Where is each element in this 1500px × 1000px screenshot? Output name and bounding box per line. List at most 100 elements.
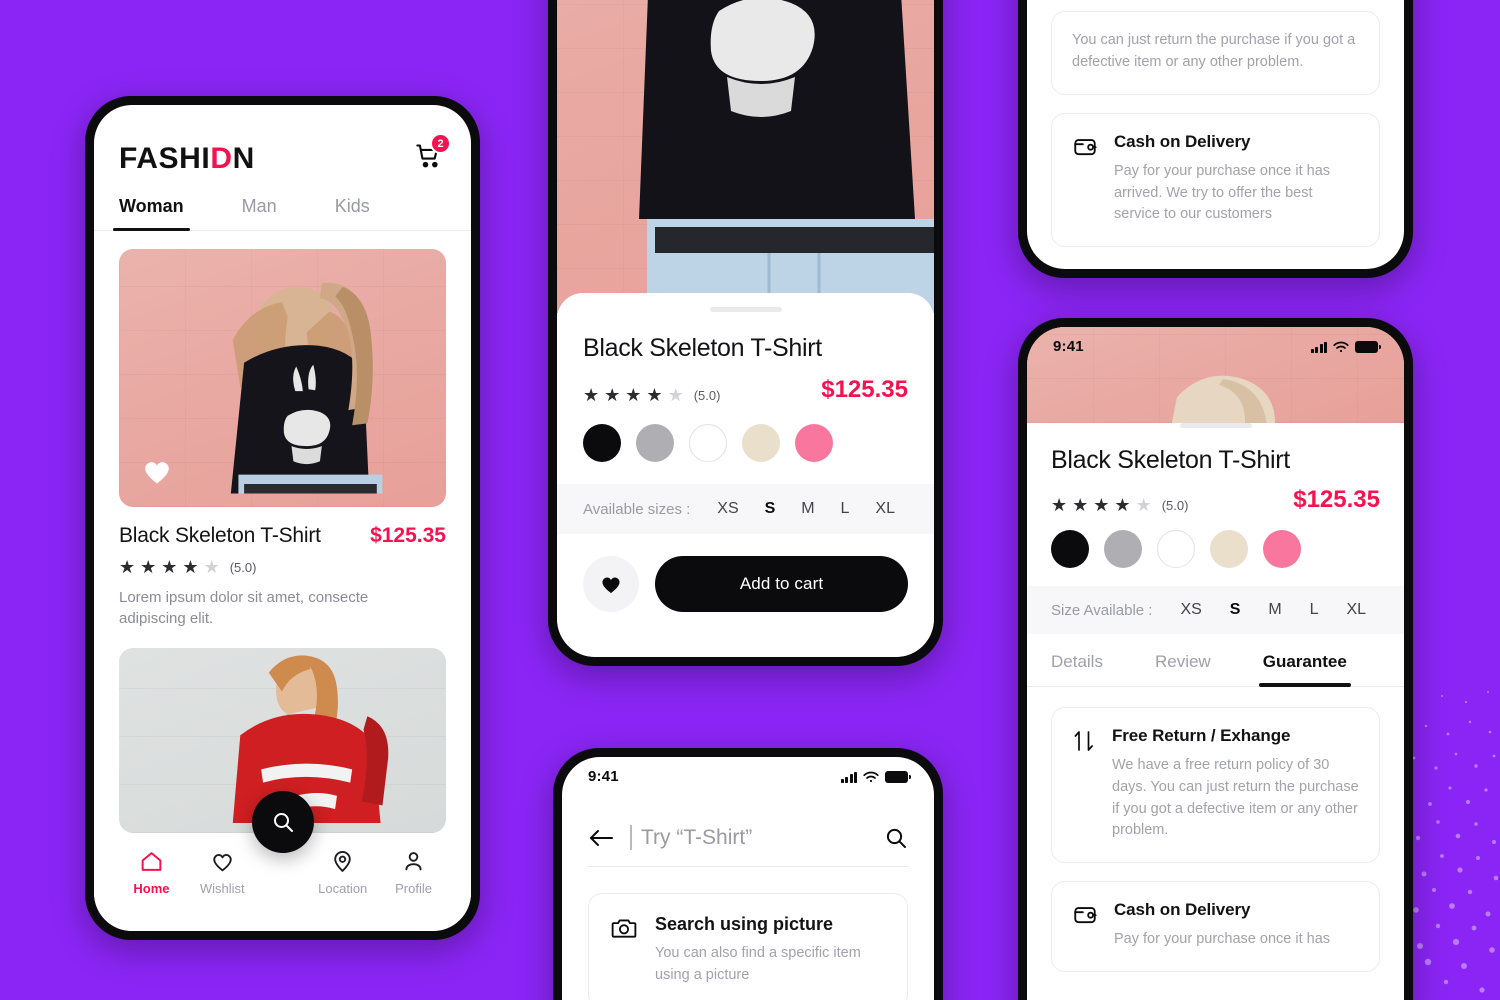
- logo-part-1: FASHI: [119, 141, 211, 175]
- guarantee-rating-price-row: ★ ★ ★ ★ ★ (5.0) $125.35: [1051, 486, 1380, 514]
- signal-icon: [840, 771, 857, 783]
- nav-item-home[interactable]: Home: [116, 849, 187, 896]
- size-xl[interactable]: XL: [875, 500, 895, 518]
- detail-screen: Black Skeleton T-Shirt ★ ★ ★ ★ ★ (5.0) $…: [557, 0, 934, 657]
- home-icon: [141, 852, 162, 871]
- arrow-left-icon[interactable]: [588, 828, 614, 848]
- size-xs[interactable]: XS: [717, 500, 738, 518]
- guarantee-hero-photo: [1171, 375, 1276, 427]
- guarantee-color-swatches: [1051, 530, 1380, 568]
- detail-rating: ★ ★ ★ ★ ★ (5.0): [583, 386, 720, 404]
- nav-label-profile: Profile: [395, 881, 432, 896]
- card-picture-body: You can also find a specific item using …: [655, 945, 861, 983]
- arrows-up-down-icon: [1074, 731, 1093, 751]
- swatch-pink[interactable]: [1263, 530, 1301, 568]
- card-cash-on-delivery[interactable]: Cash on Delivery Pay for your purchase o…: [1051, 881, 1380, 972]
- star-1: ★: [583, 385, 600, 405]
- card-search-using-picture[interactable]: Search using picture You can also find a…: [588, 893, 908, 1000]
- detail-info: Black Skeleton T-Shirt ★ ★ ★ ★ ★ (5.0) $…: [557, 334, 934, 462]
- size-options: XS S M L XL: [704, 500, 908, 518]
- nav-label-location: Location: [318, 881, 368, 896]
- user-icon: [405, 852, 422, 871]
- status-bar: 9:41: [1027, 327, 1404, 359]
- product-1-price: $125.35: [370, 524, 446, 547]
- tab-man[interactable]: Man: [242, 196, 277, 230]
- nav-item-location[interactable]: Location: [307, 849, 378, 896]
- swatch-white[interactable]: [689, 424, 727, 462]
- size-l[interactable]: L: [1310, 601, 1319, 619]
- sheet-grabber[interactable]: [709, 307, 782, 312]
- camera-icon: [611, 919, 637, 938]
- heart-icon: [213, 853, 232, 872]
- guarantee-top-cards: You can just return the purchase if you …: [1027, 0, 1404, 269]
- subtab-details[interactable]: Details: [1051, 634, 1103, 686]
- search-icon: [273, 813, 293, 832]
- swatch-gray[interactable]: [636, 424, 674, 462]
- swatch-white[interactable]: [1157, 530, 1195, 568]
- detail-rating-text: (5.0): [693, 387, 721, 403]
- card-cash-on-delivery[interactable]: Cash on Delivery Pay for your purchase o…: [1051, 112, 1380, 247]
- size-xs[interactable]: XS: [1180, 601, 1201, 619]
- card-free-return-body: You can just return the purchase if you …: [1072, 32, 1356, 70]
- favorite-button[interactable]: [583, 556, 639, 612]
- subtab-guarantee[interactable]: Guarantee: [1258, 634, 1351, 687]
- add-to-cart-button[interactable]: Add to cart: [655, 556, 908, 612]
- phone-product-detail: Black Skeleton T-Shirt ★ ★ ★ ★ ★ (5.0) $…: [548, 0, 943, 666]
- product-image-1[interactable]: [119, 249, 446, 507]
- search-icon[interactable]: [884, 826, 908, 850]
- home-screen: FASHIDN 2 Woman Man Kids Black Skeleton …: [94, 105, 471, 931]
- size-m[interactable]: M: [801, 500, 814, 518]
- tab-kids[interactable]: Kids: [335, 196, 370, 230]
- card-cod-body: Pay for your purchase once it has: [1114, 931, 1331, 947]
- cart-button[interactable]: 2: [412, 133, 451, 178]
- search-screen: 9:41 Try “T-Shirt” Search using picture …: [562, 757, 934, 1000]
- guarantee-rating: ★ ★ ★ ★ ★ (5.0): [1051, 496, 1188, 514]
- nav-item-wishlist[interactable]: Wishlist: [187, 849, 258, 896]
- card-picture-title: Search using picture: [655, 914, 834, 934]
- star-5: ★: [203, 557, 220, 577]
- subtab-review[interactable]: Review: [1155, 634, 1211, 686]
- product-1-rating-text: (5.0): [229, 559, 257, 575]
- size-s[interactable]: S: [765, 500, 776, 518]
- swatch-black[interactable]: [583, 424, 621, 462]
- status-bar: 9:41: [562, 757, 934, 789]
- star-5: ★: [1135, 495, 1152, 515]
- guarantee-hero-image: 9:41: [1027, 327, 1404, 427]
- camera-icon-wrap: [611, 914, 637, 987]
- card-free-return-content: You can just return the purchase if you …: [1072, 30, 1359, 74]
- swatch-pink[interactable]: [795, 424, 833, 462]
- tab-woman[interactable]: Woman: [113, 196, 190, 231]
- text-caret: [630, 825, 632, 850]
- sheet-grabber[interactable]: [1179, 423, 1252, 428]
- card-free-return[interactable]: Free Return / Exhange We have a free ret…: [1051, 707, 1380, 863]
- swatch-beige[interactable]: [742, 424, 780, 462]
- product-1-description: Lorem ipsum dolor sit amet, consecte adi…: [119, 589, 369, 628]
- star-1: ★: [119, 557, 136, 577]
- favorite-heart-icon[interactable]: [142, 457, 172, 485]
- nav-label-home: Home: [133, 881, 170, 896]
- product-1-title-row: Black Skeleton T-Shirt $125.35: [119, 524, 446, 548]
- card-free-return[interactable]: You can just return the purchase if you …: [1051, 11, 1380, 95]
- nav-item-profile[interactable]: Profile: [378, 849, 449, 896]
- guarantee-rating-text: (5.0): [1161, 497, 1189, 513]
- swatch-beige[interactable]: [1210, 530, 1248, 568]
- star-3: ★: [625, 385, 642, 405]
- card-cod-body: Pay for your purchase once it has arrive…: [1114, 162, 1331, 223]
- phone-guarantee: 9:41 Black Skeleton T-Shirt ★ ★ ★ ★ ★ (5…: [1018, 318, 1413, 1000]
- size-m[interactable]: M: [1268, 601, 1281, 619]
- search-fab[interactable]: [251, 791, 314, 853]
- status-time: 9:41: [1053, 338, 1084, 355]
- search-input[interactable]: Try “T-Shirt”: [630, 825, 868, 850]
- battery-icon: [1355, 341, 1381, 353]
- size-s[interactable]: S: [1230, 601, 1241, 619]
- detail-hero-image: [557, 0, 934, 313]
- swatch-gray[interactable]: [1104, 530, 1142, 568]
- logo-part-3: N: [232, 141, 255, 175]
- size-l[interactable]: L: [841, 500, 850, 518]
- color-swatches: [583, 424, 908, 462]
- card-cod-content: Cash on Delivery Pay for your purchase o…: [1114, 132, 1359, 226]
- search-placeholder: Try “T-Shirt”: [641, 825, 753, 849]
- card-picture-content: Search using picture You can also find a…: [655, 914, 885, 987]
- swatch-black[interactable]: [1051, 530, 1089, 568]
- size-xl[interactable]: XL: [1346, 601, 1366, 619]
